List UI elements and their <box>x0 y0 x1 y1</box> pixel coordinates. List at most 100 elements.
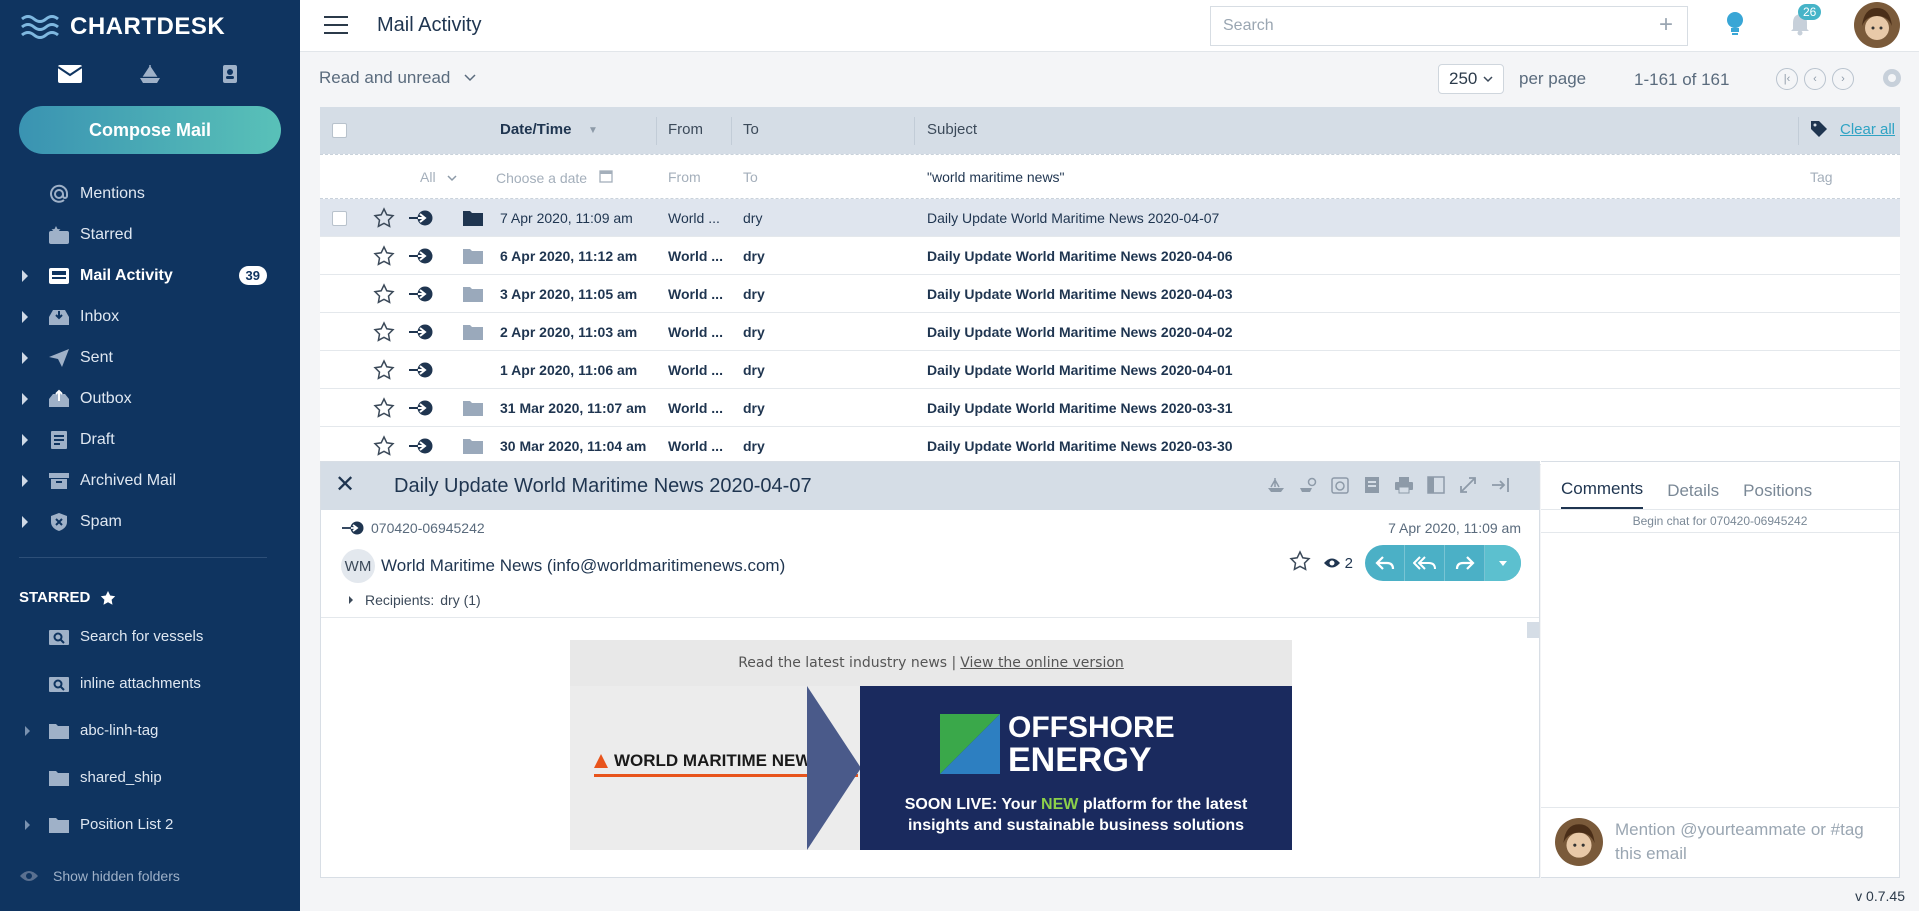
sidebar-item-outbox[interactable]: Outbox <box>0 378 300 419</box>
tab-ships[interactable] <box>130 58 170 90</box>
row-checkbox[interactable] <box>332 211 347 226</box>
expand-caret-icon[interactable] <box>22 434 28 446</box>
starred-item-position-list-2[interactable]: Position List 2 <box>0 801 300 848</box>
user-avatar[interactable] <box>1854 2 1900 48</box>
starred-item-search-for-vessels[interactable]: Search for vessels <box>0 613 300 660</box>
star-icon[interactable] <box>1289 549 1311 577</box>
tab-comments[interactable]: Comments <box>1561 479 1644 509</box>
tab-positions[interactable]: Positions <box>1743 481 1812 509</box>
table-row[interactable]: 31 Mar 2020, 11:07 am World ... dry Dail… <box>320 389 1900 427</box>
star-icon[interactable] <box>373 207 395 232</box>
seen-count[interactable]: 2 <box>1323 555 1353 572</box>
expand-caret-icon[interactable] <box>25 820 30 830</box>
per-page-select[interactable]: 250 <box>1438 64 1504 94</box>
tagline-part: SOON LIVE: Your <box>904 796 1037 813</box>
table-row[interactable]: 6 Apr 2020, 11:12 am World ... dry Daily… <box>320 237 1900 275</box>
comment-input[interactable] <box>1615 818 1865 868</box>
logo[interactable]: CHARTDESK <box>20 10 225 44</box>
all-filter-dropdown[interactable]: All <box>420 169 457 185</box>
select-all-checkbox[interactable] <box>332 123 347 138</box>
gear-icon[interactable] <box>1880 66 1904 95</box>
expand-caret-icon[interactable] <box>22 475 28 487</box>
row-date: 30 Mar 2020, 11:04 am <box>500 438 647 454</box>
forward-icon <box>1455 556 1475 570</box>
sort-desc-icon[interactable]: ▼ <box>588 125 598 136</box>
ship-search-icon[interactable] <box>1297 474 1319 496</box>
star-icon[interactable] <box>373 283 395 308</box>
starred-item-shared-ship[interactable]: shared_ship <box>0 754 300 801</box>
reply-button[interactable] <box>1365 545 1405 581</box>
expand-caret-icon[interactable] <box>22 352 28 364</box>
first-page-icon[interactable]: |‹ <box>1776 68 1798 90</box>
subject-filter-input[interactable]: "world maritime news" <box>927 169 1065 185</box>
tab-contacts[interactable] <box>210 58 250 90</box>
pop-out-icon[interactable] <box>1489 474 1511 496</box>
search-input[interactable] <box>1223 17 1643 35</box>
show-hidden-folders[interactable]: Show hidden folders <box>19 868 180 884</box>
lightbulb-icon[interactable] <box>1724 10 1746 43</box>
chevron-down-icon <box>464 74 476 82</box>
table-row[interactable]: 1 Apr 2020, 11:06 am World ... dry Daily… <box>320 351 1900 389</box>
split-view-icon[interactable] <box>1425 474 1447 496</box>
sidebar-item-sent[interactable]: Sent <box>0 337 300 378</box>
tab-mail[interactable] <box>50 58 90 90</box>
column-header-from[interactable]: From <box>668 121 703 138</box>
sidebar-item-spam[interactable]: Spam <box>0 501 300 542</box>
expand-caret-icon[interactable] <box>22 270 28 282</box>
sidebar-item-inbox[interactable]: Inbox <box>0 296 300 337</box>
recipients[interactable]: Recipients: dry (1) <box>347 592 481 608</box>
sidebar-item-mentions[interactable]: Mentions <box>0 173 300 214</box>
tag-filter-input[interactable]: Tag <box>1810 169 1833 185</box>
clear-all-link[interactable]: Clear all <box>1840 121 1895 138</box>
view-online-link[interactable]: View the online version <box>960 655 1124 671</box>
tag-icon[interactable] <box>1810 120 1828 142</box>
sidebar-item-draft[interactable]: Draft <box>0 419 300 460</box>
from-filter-input[interactable]: From <box>668 169 701 185</box>
forward-button[interactable] <box>1445 545 1485 581</box>
sidebar-item-archived-mail[interactable]: Archived Mail <box>0 460 300 501</box>
star-icon[interactable] <box>373 245 395 270</box>
expand-caret-icon[interactable] <box>25 726 30 736</box>
table-row[interactable]: 30 Mar 2020, 11:04 am World ... dry Dail… <box>320 427 1900 465</box>
sender-avatar: WM <box>341 549 375 583</box>
column-header-to[interactable]: To <box>743 121 759 138</box>
print-icon[interactable] <box>1393 474 1415 496</box>
sidebar-item-mail-activity[interactable]: Mail Activity 39 <box>0 255 300 296</box>
expand-caret-icon[interactable] <box>22 516 28 528</box>
next-page-icon[interactable]: › <box>1832 68 1854 90</box>
compose-mail-button[interactable]: Compose Mail <box>19 106 281 154</box>
calendar-check-icon[interactable] <box>1329 474 1351 496</box>
sidebar-item-starred[interactable]: Starred <box>0 214 300 255</box>
star-icon[interactable] <box>373 359 395 384</box>
to-filter-input[interactable]: To <box>743 169 758 185</box>
note-icon[interactable] <box>1361 474 1383 496</box>
star-icon[interactable] <box>373 321 395 346</box>
main-nav: Mentions Starred Mail Activity 39 Inbox … <box>0 173 300 542</box>
sender-name[interactable]: World Maritime News (info@worldmaritimen… <box>381 556 785 576</box>
read-filter-dropdown[interactable]: Read and unread <box>319 68 476 88</box>
menu-icon[interactable] <box>324 16 348 34</box>
star-icon[interactable] <box>373 397 395 422</box>
add-filter-icon[interactable]: + <box>1659 13 1673 37</box>
starred-nav: Search for vessels inline attachments ab… <box>0 613 300 848</box>
expand-caret-icon[interactable] <box>22 311 28 323</box>
prev-page-icon[interactable]: ‹ <box>1804 68 1826 90</box>
star-icon[interactable] <box>373 435 395 460</box>
expand-caret-icon[interactable] <box>22 393 28 405</box>
table-row[interactable]: 2 Apr 2020, 11:03 am World ... dry Daily… <box>320 313 1900 351</box>
reply-all-button[interactable] <box>1405 545 1445 581</box>
table-row[interactable]: 3 Apr 2020, 11:05 am World ... dry Daily… <box>320 275 1900 313</box>
ship-add-icon[interactable] <box>1265 474 1287 496</box>
more-actions-button[interactable] <box>1485 545 1521 581</box>
tab-details[interactable]: Details <box>1667 481 1719 509</box>
starred-item-inline-attachments[interactable]: inline attachments <box>0 660 300 707</box>
close-icon[interactable]: ✕ <box>335 473 355 497</box>
table-row[interactable]: 7 Apr 2020, 11:09 am World ... dry Daily… <box>320 199 1900 237</box>
column-header-datetime[interactable]: Date/Time <box>500 121 571 138</box>
date-filter-input[interactable]: Choose a date <box>496 169 613 186</box>
column-header-subject[interactable]: Subject <box>927 121 977 138</box>
expand-icon[interactable] <box>1457 474 1479 496</box>
starred-item-abc-linh-tag[interactable]: abc-linh-tag <box>0 707 300 754</box>
preview-scrollbar[interactable] <box>1527 622 1539 638</box>
envelope-icon <box>57 65 83 83</box>
